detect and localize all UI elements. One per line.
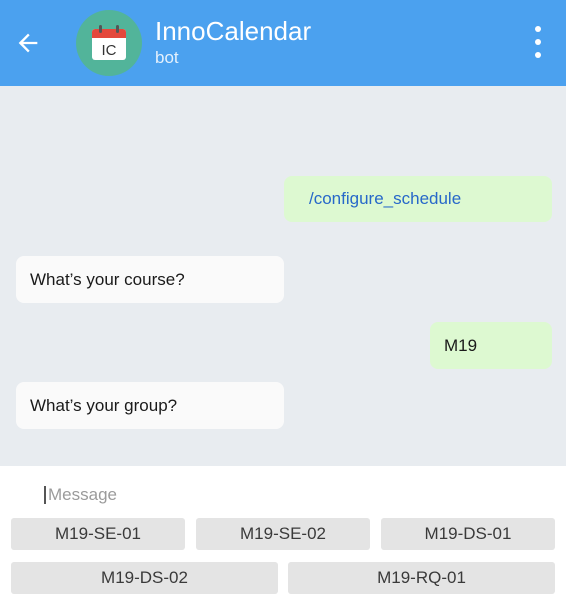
bot-avatar[interactable]: IC xyxy=(76,10,142,76)
message-placeholder: Message xyxy=(48,485,117,504)
arrow-back-icon xyxy=(18,33,38,53)
calendar-icon: IC xyxy=(92,25,126,60)
message-bubble-incoming[interactable]: What’s your course? xyxy=(16,256,284,303)
keyboard-button[interactable]: M19-DS-02 xyxy=(11,562,278,594)
chat-title[interactable]: InnoCalendar xyxy=(155,16,311,47)
keyboard-button[interactable]: M19-DS-01 xyxy=(381,518,555,550)
keyboard-button[interactable]: M19-RQ-01 xyxy=(288,562,555,594)
keyboard-button[interactable]: M19-SE-01 xyxy=(11,518,185,550)
more-vert-icon xyxy=(535,26,541,32)
bot-command-link[interactable]: /configure_schedule xyxy=(309,189,461,209)
chat-header: IC InnoCalendar bot xyxy=(0,0,566,86)
message-bubble-incoming[interactable]: What’s your group? xyxy=(16,382,284,429)
message-text: M19 xyxy=(444,335,478,355)
message-text: What’s your group? xyxy=(30,395,178,415)
text-caret xyxy=(44,486,46,504)
keyboard-button[interactable]: M19-SE-02 xyxy=(196,518,370,550)
back-button[interactable] xyxy=(10,25,46,61)
message-text: What’s your course? xyxy=(30,269,185,289)
message-bubble-outgoing[interactable]: /configure_schedule xyxy=(284,176,552,222)
avatar-text: IC xyxy=(102,42,117,59)
message-bubble-outgoing[interactable]: M19 xyxy=(430,322,552,369)
message-input[interactable]: Message xyxy=(44,483,444,507)
more-menu-button[interactable] xyxy=(528,22,548,62)
chat-subtitle: bot xyxy=(155,48,179,67)
